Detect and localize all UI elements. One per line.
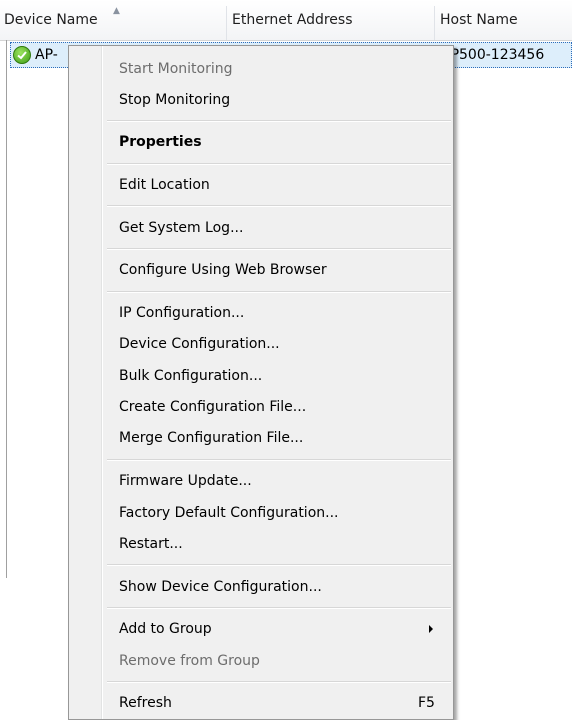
menu-item-restart[interactable]: Restart... xyxy=(119,532,183,556)
menu-item-device-configuration[interactable]: Device Configuration... xyxy=(119,332,280,356)
menu-item-start-monitoring[interactable]: Start Monitoring xyxy=(119,57,233,81)
menu-item-bulk-configuration[interactable]: Bulk Configuration... xyxy=(119,364,262,388)
menu-separator xyxy=(107,681,451,683)
list-left-border xyxy=(6,40,7,578)
menu-gutter-highlight xyxy=(102,46,103,719)
menu-item-add-to-group[interactable]: Add to Group xyxy=(119,617,212,641)
host-name-cell: AP500-123456 xyxy=(441,47,545,63)
column-divider[interactable] xyxy=(226,6,227,40)
column-header-ethernet-address[interactable]: Ethernet Address xyxy=(228,0,434,40)
menu-item-configure-web-browser[interactable]: Configure Using Web Browser xyxy=(119,258,327,282)
green-check-icon xyxy=(13,46,31,64)
menu-item-factory-default-configuration[interactable]: Factory Default Configuration... xyxy=(119,501,339,525)
device-name-cell: AP- xyxy=(35,47,58,63)
menu-separator xyxy=(107,248,451,250)
menu-item-ip-configuration[interactable]: IP Configuration... xyxy=(119,301,244,325)
menu-item-stop-monitoring[interactable]: Stop Monitoring xyxy=(119,88,230,112)
menu-item-remove-from-group[interactable]: Remove from Group xyxy=(119,649,260,673)
menu-separator xyxy=(107,459,451,461)
menu-separator xyxy=(107,607,451,609)
submenu-arrow-icon xyxy=(429,625,433,633)
menu-item-refresh[interactable]: Refresh xyxy=(119,691,172,715)
menu-item-firmware-update[interactable]: Firmware Update... xyxy=(119,469,252,493)
menu-separator xyxy=(107,291,451,293)
refresh-shortcut-label: F5 xyxy=(418,695,435,711)
menu-item-properties[interactable]: Properties xyxy=(119,130,202,154)
list-header: Device Name ▲ Ethernet Address Host Name xyxy=(0,0,572,41)
menu-separator xyxy=(107,205,451,207)
menu-separator xyxy=(107,163,451,165)
column-header-host-name[interactable]: Host Name xyxy=(436,0,572,40)
menu-separator xyxy=(107,120,451,122)
context-menu: Start Monitoring Stop Monitoring Propert… xyxy=(68,45,454,720)
menu-item-show-device-configuration[interactable]: Show Device Configuration... xyxy=(119,575,322,599)
menu-item-get-system-log[interactable]: Get System Log... xyxy=(119,216,243,240)
menu-item-create-configuration-file[interactable]: Create Configuration File... xyxy=(119,395,306,419)
menu-separator xyxy=(107,564,451,566)
menu-item-edit-location[interactable]: Edit Location xyxy=(119,173,210,197)
column-divider[interactable] xyxy=(434,6,435,40)
sort-ascending-icon: ▲ xyxy=(113,6,120,16)
menu-item-merge-configuration-file[interactable]: Merge Configuration File... xyxy=(119,426,303,450)
